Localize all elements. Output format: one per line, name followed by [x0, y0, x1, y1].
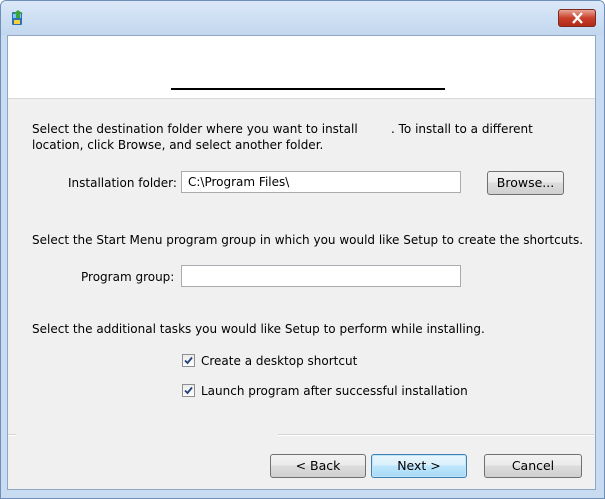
next-button[interactable]: Next >: [371, 454, 467, 478]
tasks-instruction: Select the additional tasks you would li…: [32, 322, 485, 336]
footer-divider-left: [8, 434, 16, 436]
title-bar[interactable]: [1, 1, 604, 35]
desktop-shortcut-checkbox[interactable]: [182, 354, 195, 367]
desktop-shortcut-label[interactable]: Create a desktop shortcut: [201, 354, 357, 368]
wizard-page: Select the destination folder where you …: [7, 35, 596, 490]
close-button[interactable]: [558, 9, 596, 27]
setup-window: Select the destination folder where you …: [0, 0, 605, 499]
program-group-input[interactable]: [181, 265, 461, 287]
back-button[interactable]: < Back: [270, 454, 366, 478]
intro-line1: Select the destination folder where you …: [32, 122, 358, 136]
close-x-icon: [572, 12, 583, 24]
wizard-header: [8, 36, 595, 99]
setup-app-icon: [9, 9, 27, 27]
cancel-button[interactable]: Cancel: [484, 454, 582, 478]
footer-divider-right: [278, 434, 594, 436]
installation-folder-input[interactable]: C:\Program Files\: [181, 171, 461, 193]
intro-line1-suffix: . To install to a different: [391, 122, 533, 136]
installation-folder-label: Installation folder:: [68, 176, 177, 190]
checkmark-icon: [184, 386, 193, 395]
program-group-label: Program group:: [81, 270, 175, 284]
header-title-underline: [171, 88, 445, 90]
launch-program-label[interactable]: Launch program after successful installa…: [201, 384, 468, 398]
browse-button[interactable]: Browse...: [487, 171, 564, 195]
start-menu-instruction: Select the Start Menu program group in w…: [32, 233, 584, 247]
launch-program-checkbox[interactable]: [182, 384, 195, 397]
checkmark-icon: [184, 356, 193, 365]
intro-line2: location, click Browse, and select anoth…: [32, 138, 324, 152]
